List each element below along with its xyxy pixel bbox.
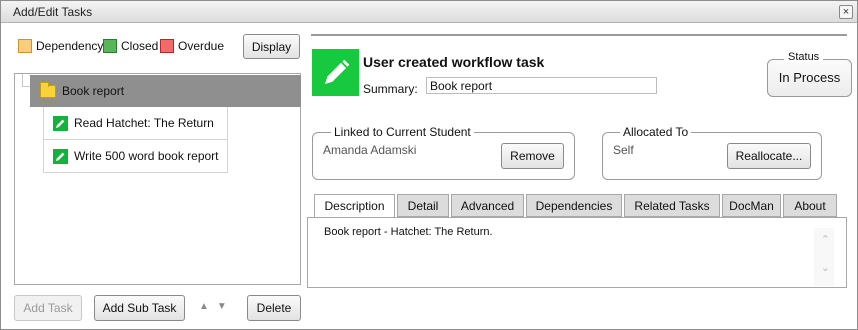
tree-node-label: Book report [62, 84, 125, 98]
tree-node-read-hatchet[interactable]: Read Hatchet: The Return [43, 107, 228, 140]
scroll-up-icon[interactable]: ⌃ [821, 233, 830, 246]
description-panel[interactable]: Book report - Hatchet: The Return. ⌃ ⌄ [307, 217, 847, 288]
task-tree[interactable]: Book report Read Hatchet: The Return Wri… [14, 73, 301, 285]
scroll-down-icon[interactable]: ⌄ [821, 261, 830, 274]
legend-closed: Closed [103, 39, 158, 53]
add-task-button[interactable]: Add Task [14, 295, 82, 321]
add-sub-task-button[interactable]: Add Sub Task [94, 295, 185, 321]
display-button[interactable]: Display [243, 34, 300, 59]
remove-button[interactable]: Remove [501, 143, 564, 169]
linked-student-value: Amanda Adamski [323, 143, 417, 157]
allocated-to-group: Self Reallocate... [602, 132, 822, 180]
pencil-icon [53, 115, 68, 131]
tab-docman[interactable]: DocMan [722, 194, 781, 217]
tree-node-label: Read Hatchet: The Return [74, 116, 214, 130]
allocated-to-legend: Allocated To [620, 125, 692, 139]
window-title: Add/Edit Tasks [13, 5, 93, 19]
legend-dependency: Dependency [18, 39, 103, 53]
overdue-swatch [160, 39, 174, 53]
title-bar: Add/Edit Tasks × [1, 1, 857, 23]
task-tabs: Description Detail Advanced Dependencies… [314, 194, 839, 218]
reorder-arrows: ▲▼ [199, 301, 235, 312]
close-button[interactable]: × [839, 5, 853, 19]
delete-button[interactable]: Delete [247, 295, 301, 321]
close-icon: × [842, 6, 850, 18]
add-edit-tasks-window: Add/Edit Tasks × Dependency Closed Overd… [0, 0, 858, 330]
reallocate-button[interactable]: Reallocate... [727, 143, 811, 169]
tab-advanced[interactable]: Advanced [451, 194, 524, 217]
description-text: Book report - Hatchet: The Return. [324, 226, 493, 238]
folder-icon [40, 81, 56, 98]
legend-overdue: Overdue [160, 39, 224, 53]
tree-node-label: Write 500 word book report [74, 149, 219, 163]
legend-label: Dependency [36, 39, 104, 53]
task-type-title: User created workflow task [363, 54, 545, 70]
tree-connector [22, 74, 23, 86]
tree-node-book-report[interactable]: Book report [30, 75, 301, 107]
move-up-icon[interactable]: ▲ [199, 301, 217, 312]
pencil-icon [312, 49, 359, 96]
status-legend: Status [784, 51, 824, 63]
pencil-icon [53, 148, 68, 164]
tab-detail[interactable]: Detail [397, 194, 449, 217]
status-box: In Process [767, 59, 852, 97]
tab-related-tasks[interactable]: Related Tasks [624, 194, 720, 217]
legend-label: Closed [121, 39, 159, 53]
tab-about[interactable]: About [783, 194, 837, 217]
status-value: In Process [778, 70, 841, 85]
dependency-swatch [18, 39, 32, 53]
move-down-icon[interactable]: ▼ [217, 301, 235, 312]
summary-input[interactable]: Book report [426, 77, 657, 94]
tab-description[interactable]: Description [314, 194, 395, 218]
allocated-to-value: Self [613, 143, 634, 157]
legend-label: Overdue [178, 39, 225, 53]
linked-student-legend: Linked to Current Student [331, 125, 474, 139]
tab-dependencies[interactable]: Dependencies [526, 194, 622, 217]
header-separator [311, 34, 847, 36]
linked-student-group: Amanda Adamski Remove [312, 132, 575, 180]
closed-swatch [103, 39, 117, 53]
summary-label: Summary: [363, 82, 418, 96]
tree-node-write-report[interactable]: Write 500 word book report [43, 140, 228, 173]
